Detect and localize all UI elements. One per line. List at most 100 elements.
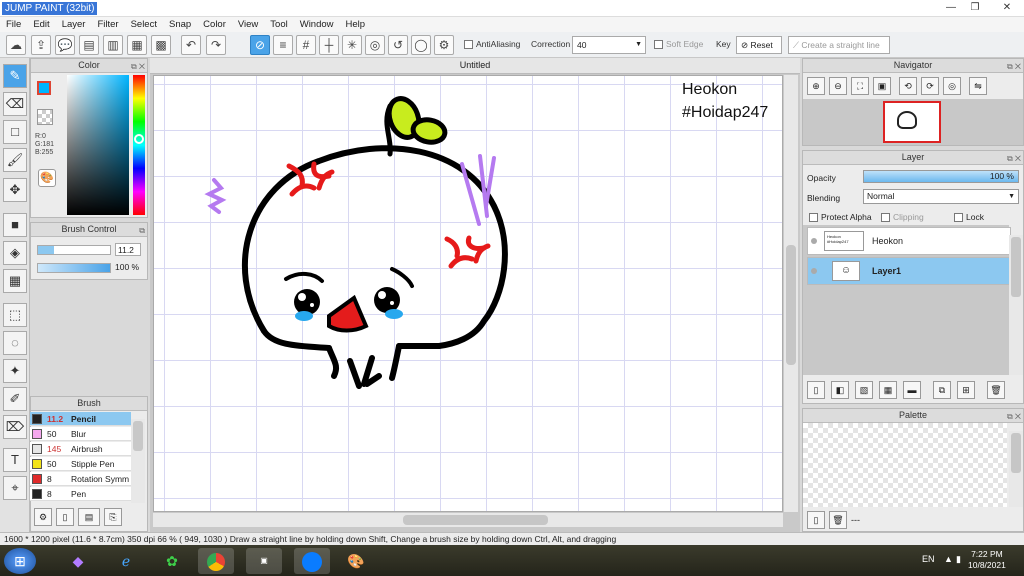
panel-buttons-icon[interactable]: ⧉ ✕: [1007, 60, 1021, 73]
grid-snap-icon[interactable]: #: [296, 35, 316, 55]
hue-handle[interactable]: [134, 134, 144, 144]
clipping-checkbox[interactable]: Clipping: [881, 212, 924, 223]
flip-icon[interactable]: ⇋: [969, 77, 987, 95]
menu-window[interactable]: Window: [294, 17, 340, 32]
blending-select[interactable]: Normal ▼: [863, 189, 1019, 204]
document-icon[interactable]: ▤: [79, 35, 99, 55]
panel-buttons-icon[interactable]: ⧉ ✕: [131, 60, 145, 73]
reset-rotation-icon[interactable]: ◎: [943, 77, 961, 95]
palette-icon[interactable]: 🎨: [38, 169, 56, 187]
panel-buttons-icon[interactable]: ⧉ ✕: [1007, 152, 1021, 165]
canvas-vertical-scrollbar[interactable]: [784, 75, 798, 512]
zalo-icon[interactable]: [294, 548, 330, 574]
new-layer-icon[interactable]: ▯: [807, 381, 825, 399]
radial-snap-icon[interactable]: ✳: [342, 35, 362, 55]
palette-scrollbar[interactable]: [1009, 431, 1023, 507]
panel-buttons-icon[interactable]: ⧉ ✕: [1007, 410, 1021, 423]
menu-filter[interactable]: Filter: [91, 17, 124, 32]
duplicate-layer-icon[interactable]: ⧉: [933, 381, 951, 399]
select-eraser-tool-icon[interactable]: ⌦: [3, 415, 27, 439]
delete-palette-icon[interactable]: 🗑: [829, 511, 847, 529]
select-rect-tool-icon[interactable]: ⬚: [3, 303, 27, 327]
lock-checkbox[interactable]: Lock: [954, 212, 984, 223]
brush-menu-icon[interactable]: ▤: [78, 508, 100, 526]
page-icon[interactable]: ▥: [103, 35, 123, 55]
actual-size-icon[interactable]: ▣: [873, 77, 891, 95]
visual-studio-icon[interactable]: ◆: [60, 548, 96, 574]
horizontal-scroll-thumb[interactable]: [403, 515, 548, 525]
magic-wand-tool-icon[interactable]: ✦: [3, 359, 27, 383]
no-snap-icon[interactable]: ⊘: [250, 35, 270, 55]
new-palette-icon[interactable]: ▯: [807, 511, 825, 529]
brush-copy-icon[interactable]: ⎘: [104, 508, 122, 526]
vertical-scroll-thumb[interactable]: [786, 245, 796, 365]
brush-item-stipple-pen[interactable]: 50 Stipple Pen: [30, 457, 131, 471]
visibility-icon[interactable]: [811, 268, 817, 274]
eraser-tool-icon[interactable]: ⌫: [3, 92, 27, 116]
brush-size-slider[interactable]: [37, 245, 111, 255]
bucket-tool-icon[interactable]: ◈: [3, 241, 27, 265]
brush-item-rotation-symm[interactable]: 8 Rotation Symm: [30, 472, 131, 486]
chrome-icon[interactable]: [198, 548, 234, 574]
text-tool-icon[interactable]: T: [3, 448, 27, 472]
layer-row-layer1[interactable]: ☺ Layer1: [807, 257, 1011, 285]
minimize-button[interactable]: —: [940, 0, 962, 15]
layer-list-scrollbar[interactable]: [1009, 235, 1023, 375]
brush-list-scrollbar[interactable]: [131, 419, 145, 503]
brush-opacity-slider[interactable]: [37, 263, 111, 273]
layer-opacity-slider[interactable]: 100 %: [863, 170, 1019, 183]
new-color-layer-icon[interactable]: ◧: [831, 381, 849, 399]
rotate-left-icon[interactable]: ⟲: [899, 77, 917, 95]
new-brush-icon[interactable]: ▯: [56, 508, 74, 526]
language-indicator[interactable]: EN: [922, 554, 935, 564]
canvas-horizontal-scrollbar[interactable]: [153, 513, 783, 527]
soft-edge-checkbox[interactable]: Soft Edge: [654, 39, 703, 50]
curve-snap-icon[interactable]: ↺: [388, 35, 408, 55]
canvas-tab[interactable]: Untitled: [150, 58, 800, 74]
start-button-icon[interactable]: ⊞: [4, 548, 36, 574]
app-green-icon[interactable]: ✿: [154, 548, 190, 574]
jump-paint-icon[interactable]: ▣: [246, 548, 282, 574]
create-straight-line-button[interactable]: ⟋ Create a straight line: [788, 36, 890, 54]
brush-item-pen[interactable]: 8 Pen: [30, 487, 131, 501]
rotate-right-icon[interactable]: ⟳: [921, 77, 939, 95]
protect-alpha-checkbox[interactable]: Protect Alpha: [809, 212, 872, 223]
paint-palette-icon[interactable]: 🎨: [338, 548, 374, 574]
lasso-tool-icon[interactable]: ◌: [3, 331, 27, 355]
brush-tool-icon[interactable]: 🖌: [3, 148, 27, 172]
parallel-snap-icon[interactable]: ≡: [273, 35, 293, 55]
drawing-canvas[interactable]: Heokon #Hoidap247: [153, 75, 783, 512]
brush-size-value[interactable]: 11.2: [115, 243, 141, 256]
cross-snap-icon[interactable]: ┼: [319, 35, 339, 55]
tray-expand-icon[interactable]: ▲: [944, 554, 953, 564]
move-tool-icon[interactable]: ✥: [3, 178, 27, 202]
redo-icon[interactable]: ↷: [206, 35, 226, 55]
menu-help[interactable]: Help: [340, 17, 372, 32]
foreground-color-swatch[interactable]: [37, 81, 51, 95]
menu-view[interactable]: View: [232, 17, 264, 32]
close-button[interactable]: ✕: [996, 0, 1018, 15]
reset-button[interactable]: ⊘ Reset: [736, 36, 782, 54]
visibility-icon[interactable]: [811, 238, 817, 244]
brush-item-pencil[interactable]: 11.2 Pencil: [30, 412, 131, 426]
delete-layer-icon[interactable]: 🗑: [987, 381, 1005, 399]
snap-settings-icon[interactable]: ⚙: [434, 35, 454, 55]
navigator-preview[interactable]: [883, 101, 941, 143]
eyedropper-tool-icon[interactable]: ⌖: [3, 476, 27, 500]
ellipse-snap-icon[interactable]: ◯: [411, 35, 431, 55]
rectangle-tool-icon[interactable]: □: [3, 120, 27, 144]
circle-snap-icon[interactable]: ◎: [365, 35, 385, 55]
fit-icon[interactable]: ⛶: [851, 77, 869, 95]
pen-tool-icon[interactable]: ✎: [3, 64, 27, 88]
brush-item-blur[interactable]: 50 Blur: [30, 427, 131, 441]
antialiasing-checkbox[interactable]: AntiAliasing: [464, 39, 520, 50]
select-pen-tool-icon[interactable]: ✐: [3, 387, 27, 411]
panel-buttons-icon[interactable]: ⧉: [139, 224, 145, 237]
menu-edit[interactable]: Edit: [27, 17, 55, 32]
brush-settings-icon[interactable]: ⚙: [34, 508, 52, 526]
merge-layer-icon[interactable]: ⊞: [957, 381, 975, 399]
menu-color[interactable]: Color: [197, 17, 232, 32]
hue-slider[interactable]: [133, 75, 145, 215]
network-icon[interactable]: ▮: [956, 554, 961, 565]
export-icon[interactable]: ⇪: [31, 35, 51, 55]
